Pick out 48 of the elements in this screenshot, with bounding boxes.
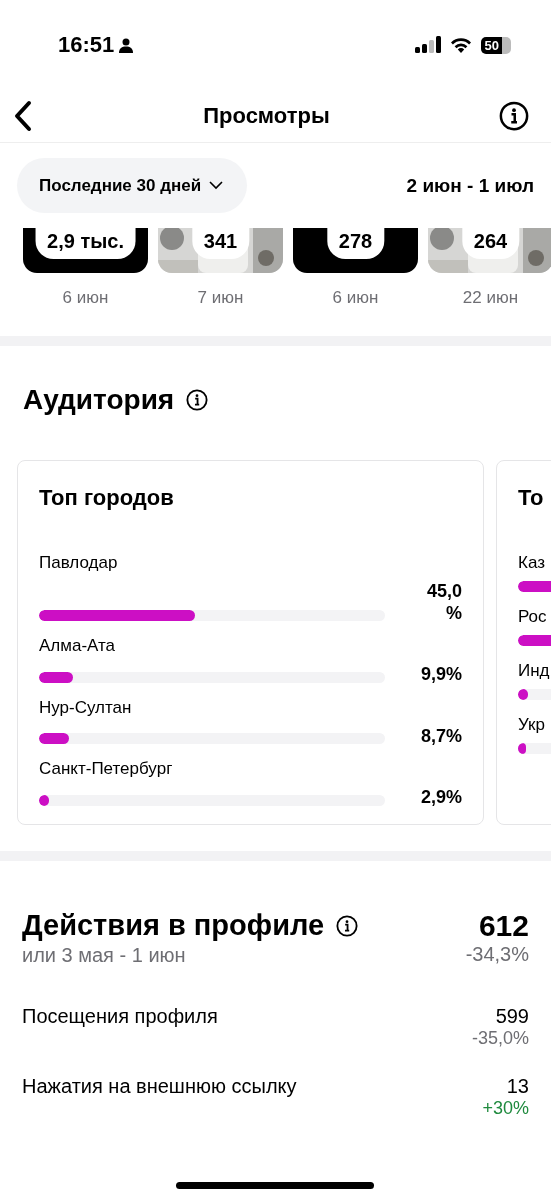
post-date: 6 июн bbox=[332, 288, 379, 308]
location-name: Каз bbox=[518, 553, 546, 573]
view-count: 2,9 тыс. bbox=[35, 228, 136, 259]
section-title: Действия в профиле bbox=[22, 909, 325, 942]
percent-value: 45,0% bbox=[425, 581, 462, 625]
section-title: Аудитория bbox=[23, 384, 175, 416]
view-count: 278 bbox=[326, 228, 385, 259]
change-percent: -34,3% bbox=[465, 943, 529, 966]
post-date: 22 июн bbox=[462, 288, 519, 308]
total-value: 612 bbox=[478, 909, 529, 943]
percent-value: 9,9% bbox=[419, 664, 462, 686]
back-button[interactable] bbox=[12, 100, 34, 132]
metric-value: 599 bbox=[495, 1005, 529, 1028]
person-icon bbox=[118, 37, 135, 53]
status-time: 16:51 bbox=[58, 32, 115, 58]
metric-label: Нажатия на внешнюю ссылку bbox=[22, 1075, 297, 1098]
post-thumbnail[interactable]: 278 bbox=[293, 228, 418, 273]
location-name: Нур-Султан bbox=[39, 697, 133, 718]
percent-value: 2,9% bbox=[419, 787, 462, 809]
post-date: 7 июн bbox=[197, 288, 244, 308]
percent-value: 8,7% bbox=[419, 725, 462, 748]
post-date: 6 июн bbox=[62, 288, 109, 308]
location-name: Рос bbox=[518, 607, 548, 627]
location-name: Санкт-Петербург bbox=[39, 759, 174, 780]
change-percent: -35,0% bbox=[471, 1028, 529, 1049]
wifi-icon bbox=[448, 36, 473, 54]
screen-title: Просмотры bbox=[202, 103, 331, 129]
period-dropdown[interactable]: Последние 30 дней bbox=[17, 158, 248, 213]
location-name: Инд bbox=[518, 661, 551, 681]
signal-icon bbox=[414, 36, 441, 54]
location-name: Павлодар bbox=[39, 553, 119, 573]
card-title: Топ городов bbox=[39, 485, 175, 511]
post-thumbnail[interactable]: 2,9 тыс. bbox=[23, 228, 148, 273]
location-name: Укр bbox=[518, 715, 546, 735]
view-count: 264 bbox=[461, 228, 520, 259]
info-icon[interactable] bbox=[499, 101, 529, 131]
metric-value: 13 bbox=[506, 1075, 529, 1098]
location-name: Алма-Ата bbox=[39, 636, 117, 657]
caret-icon bbox=[209, 181, 224, 190]
battery-level: 50 bbox=[480, 36, 511, 54]
change-percent: +30% bbox=[482, 1098, 529, 1119]
metric-label: Посещения профиля bbox=[22, 1005, 218, 1028]
info-icon[interactable] bbox=[186, 389, 209, 411]
info-icon[interactable] bbox=[336, 914, 359, 937]
comparison-period: или 3 мая - 1 июн bbox=[22, 944, 187, 967]
date-range: 2 июн - 1 июл bbox=[406, 174, 534, 197]
card-title: То bbox=[518, 485, 545, 511]
view-count: 341 bbox=[191, 228, 250, 259]
